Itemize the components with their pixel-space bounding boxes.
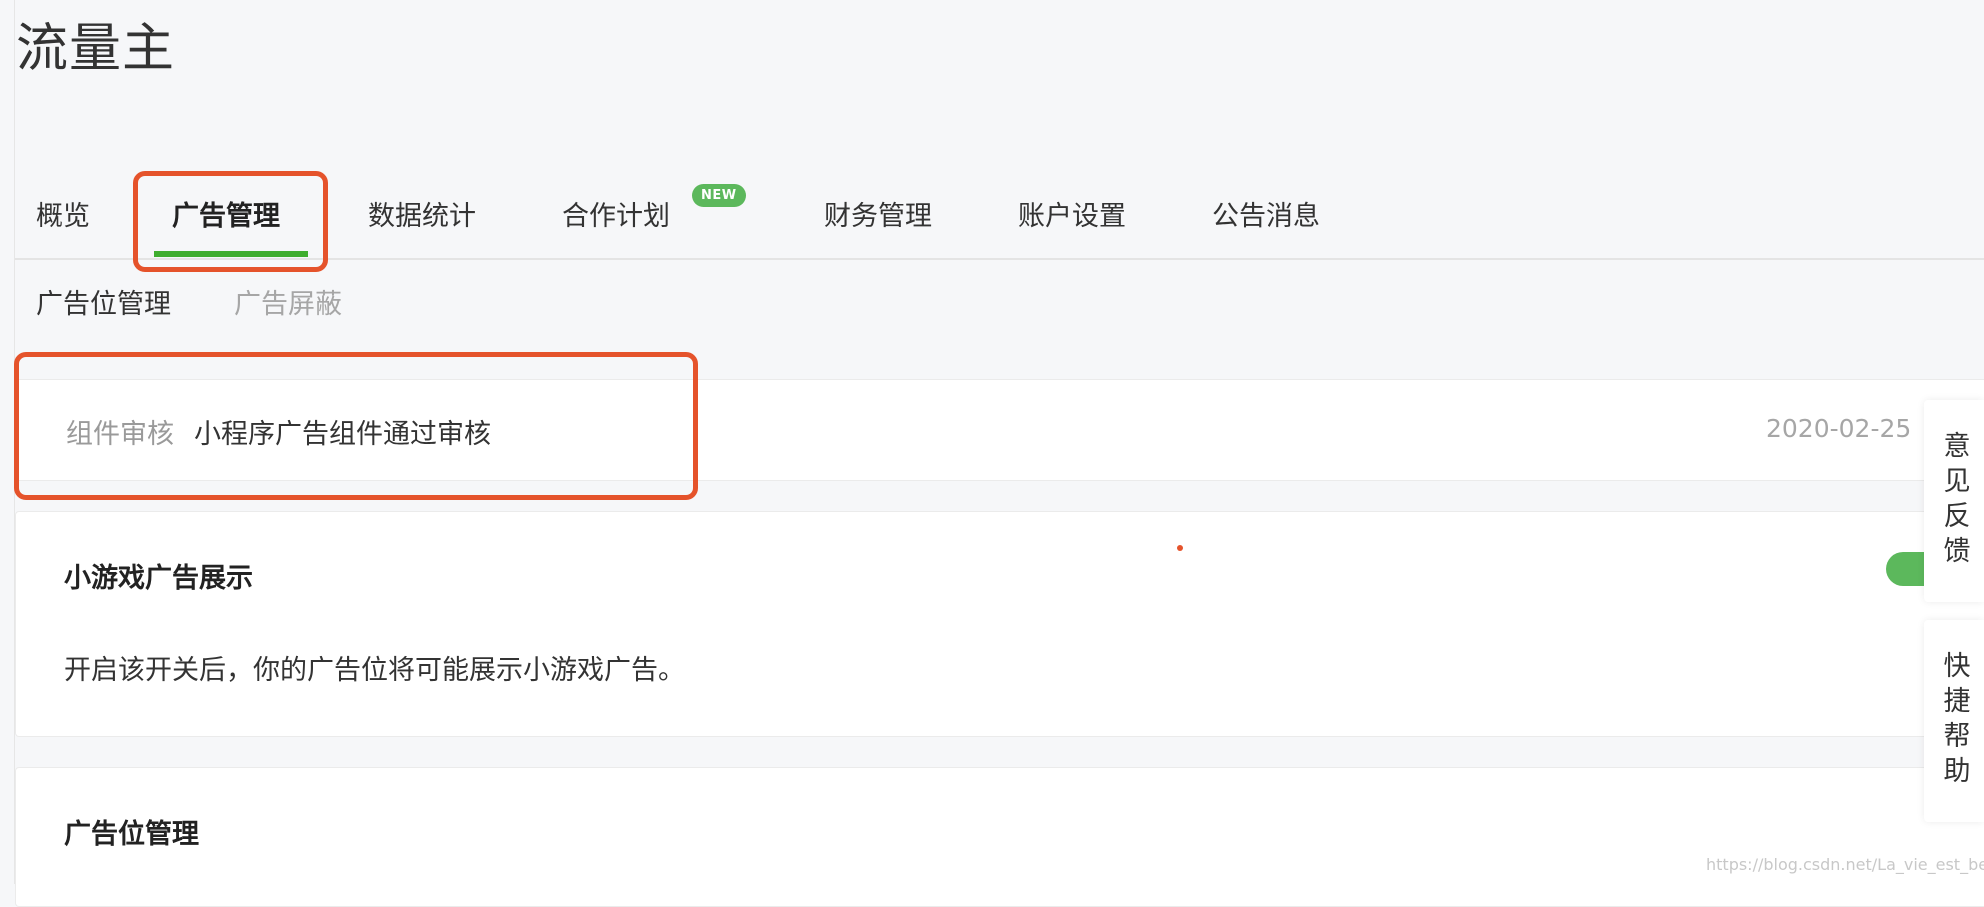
notice-message[interactable]: 小程序广告组件通过审核 bbox=[194, 412, 491, 451]
tab-overview[interactable]: 概览 bbox=[36, 194, 90, 233]
watermark: https://blog.csdn.net/La_vie_est_belle bbox=[1706, 855, 1984, 874]
notice-date: 2020-02-25 bbox=[1766, 414, 1912, 443]
notice-type-label: 组件审核 bbox=[66, 419, 174, 450]
ad-slot-management-card: 广告位管理 bbox=[15, 767, 1984, 907]
annotation-dot bbox=[1177, 545, 1183, 551]
tab-ad-management[interactable]: 广告管理 bbox=[172, 194, 280, 233]
notice-card: 组件审核 小程序广告组件通过审核 2020-02-25 bbox=[15, 379, 1984, 481]
tab-account-settings[interactable]: 账户设置 bbox=[1018, 194, 1126, 233]
tab-data-statistics[interactable]: 数据统计 bbox=[368, 194, 476, 233]
mini-game-ads-card: 小游戏广告展示 开启该开关后，你的广告位将可能展示小游戏广告。 bbox=[15, 511, 1984, 737]
active-tab-indicator bbox=[154, 251, 308, 257]
tab-cooperation-plan[interactable]: 合作计划 bbox=[562, 194, 670, 233]
feedback-side-button[interactable]: 意见反馈 bbox=[1924, 400, 1984, 602]
new-badge: NEW bbox=[692, 184, 746, 207]
ad-slot-management-title: 广告位管理 bbox=[64, 819, 199, 850]
mini-game-ads-title: 小游戏广告展示 bbox=[64, 563, 253, 594]
tab-announcements[interactable]: 公告消息 bbox=[1212, 194, 1320, 233]
quick-help-side-button[interactable]: 快捷帮助 bbox=[1924, 620, 1984, 822]
main-nav: 概览 广告管理 数据统计 合作计划 NEW 财务管理 账户设置 公告消息 bbox=[0, 178, 1984, 258]
subtab-ad-blocking[interactable]: 广告屏蔽 bbox=[234, 282, 342, 321]
mini-game-ads-description: 开启该开关后，你的广告位将可能展示小游戏广告。 bbox=[64, 655, 685, 686]
tab-finance[interactable]: 财务管理 bbox=[824, 194, 932, 233]
subtab-ad-slot-management[interactable]: 广告位管理 bbox=[36, 282, 171, 321]
app-title: 流量主 bbox=[16, 19, 176, 79]
nav-divider bbox=[15, 258, 1984, 260]
